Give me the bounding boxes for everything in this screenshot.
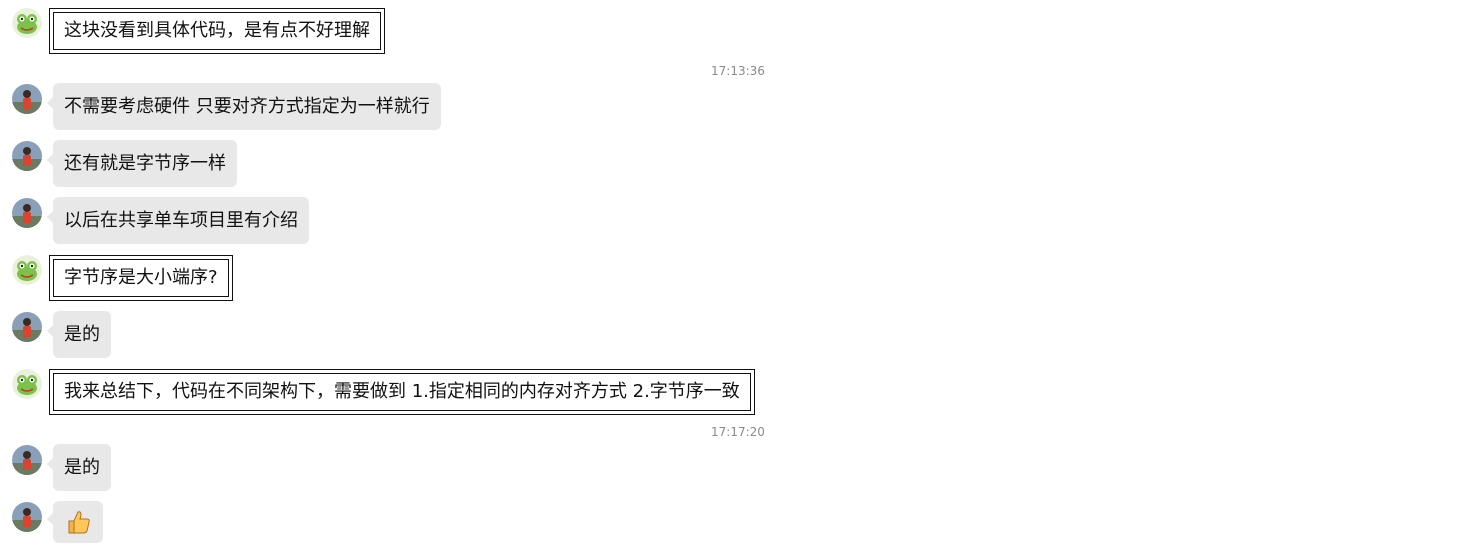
avatar[interactable] bbox=[12, 312, 42, 342]
message-bubble[interactable]: 这块没看到具体代码，是有点不好理解 bbox=[49, 8, 385, 54]
message-bubble[interactable]: 我来总结下，代码在不同架构下，需要做到 1.指定相同的内存对齐方式 2.字节序一… bbox=[49, 369, 755, 415]
avatar[interactable] bbox=[12, 502, 42, 532]
avatar[interactable] bbox=[12, 8, 42, 38]
timestamp: 17:17:20 bbox=[711, 425, 765, 439]
message-bubble[interactable] bbox=[47, 501, 103, 543]
message-bubble[interactable]: 字节序是大小端序? bbox=[49, 255, 233, 301]
avatar[interactable] bbox=[12, 255, 42, 285]
message-bubble[interactable]: 是的 bbox=[47, 311, 111, 358]
person-photo-avatar-icon bbox=[12, 198, 42, 228]
message-text: 还有就是字节序一样 bbox=[64, 153, 226, 174]
person-photo-avatar-icon bbox=[12, 445, 42, 475]
message-text: 我来总结下，代码在不同架构下，需要做到 1.指定相同的内存对齐方式 2.字节序一… bbox=[64, 381, 740, 402]
avatar[interactable] bbox=[12, 84, 42, 114]
person-photo-avatar-icon bbox=[12, 84, 42, 114]
message-bubble[interactable]: 还有就是字节序一样 bbox=[47, 140, 237, 187]
person-photo-avatar-icon bbox=[12, 312, 42, 342]
avatar[interactable] bbox=[12, 141, 42, 171]
message-text: 以后在共享单车项目里有介绍 bbox=[64, 210, 298, 231]
message-text: 字节序是大小端序? bbox=[64, 267, 218, 288]
frog-avatar-icon bbox=[12, 8, 42, 38]
message-bubble[interactable]: 是的 bbox=[47, 444, 111, 491]
avatar[interactable] bbox=[12, 445, 42, 475]
message-text: 是的 bbox=[64, 457, 100, 478]
message-bubble[interactable]: 不需要考虑硬件 只要对齐方式指定为一样就行 bbox=[47, 83, 441, 130]
person-photo-avatar-icon bbox=[12, 141, 42, 171]
avatar[interactable] bbox=[12, 198, 42, 228]
timestamp: 17:13:36 bbox=[711, 64, 765, 78]
avatar[interactable] bbox=[12, 369, 42, 399]
chat-window: 这块没看到具体代码，是有点不好理解 17:13:36 不需要考虑硬件 只要对齐方… bbox=[0, 0, 1474, 550]
frog-avatar-icon bbox=[12, 369, 42, 399]
thumbs-up-icon bbox=[68, 511, 90, 534]
frog-avatar-icon bbox=[12, 255, 42, 285]
message-text: 这块没看到具体代码，是有点不好理解 bbox=[64, 20, 370, 41]
person-photo-avatar-icon bbox=[12, 502, 42, 532]
message-text: 是的 bbox=[64, 324, 100, 345]
message-bubble[interactable]: 以后在共享单车项目里有介绍 bbox=[47, 197, 309, 244]
message-text: 不需要考虑硬件 只要对齐方式指定为一样就行 bbox=[64, 96, 430, 117]
